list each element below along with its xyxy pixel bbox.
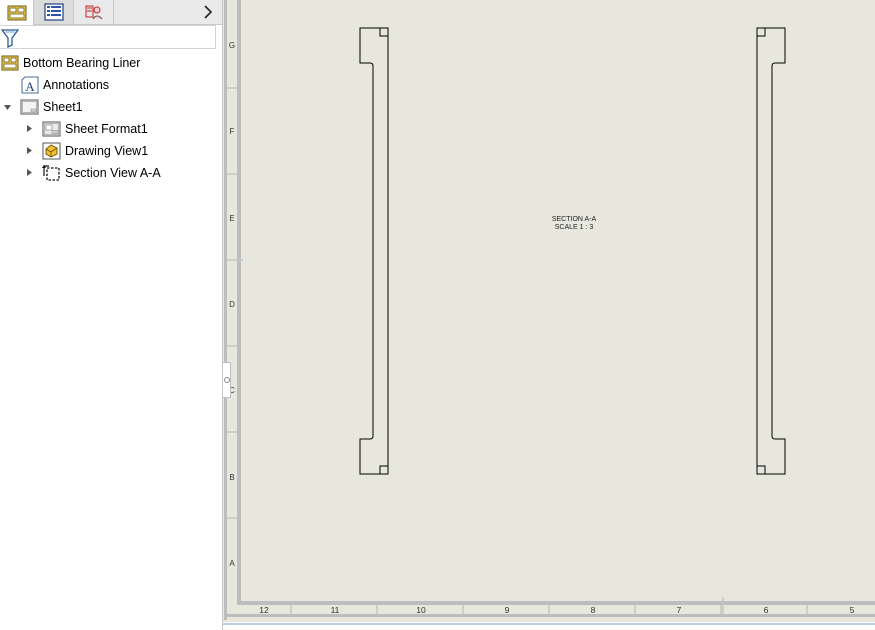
drawing-sheet[interactable]: G F E D C B A 12 11 10 9 8 7 6 5 SECTION… (223, 0, 875, 630)
tree-item-drawing-view1[interactable]: Drawing View1 (42, 140, 148, 162)
manager-tab-strip (0, 0, 222, 25)
tree-filter-input[interactable] (20, 28, 210, 46)
property-manager-icon (43, 3, 64, 21)
zone-row-label: F (230, 127, 235, 136)
zone-row-label: E (229, 214, 234, 223)
zone-column-label: 5 (850, 605, 855, 615)
annotations-icon: A (21, 76, 38, 94)
filter-icon[interactable] (1, 28, 19, 48)
drawing-view-icon (42, 142, 61, 160)
tree-item-label: Bottom Bearing Liner (23, 56, 141, 70)
graphics-area[interactable]: G F E D C B A 12 11 10 9 8 7 6 5 SECTION… (223, 0, 875, 630)
sheet-outer-border-bottom (224, 614, 875, 617)
zone-row-label: B (229, 473, 234, 482)
chevron-right-icon (26, 146, 32, 154)
feature-manager-panel: Bottom Bearing Liner A Annotations Sheet… (0, 0, 223, 630)
zone-column-label: 8 (591, 605, 596, 615)
tree-item-label: Drawing View1 (65, 144, 149, 158)
tree-item-annotations[interactable]: A Annotations (20, 74, 109, 96)
drawing-document-icon (1, 55, 18, 71)
tree-item-section-view-aa[interactable]: Section View A-A (42, 162, 161, 184)
zone-column-label: 10 (416, 605, 426, 615)
sheet-outer-border-left (224, 0, 227, 620)
expand-drawing-view1-toggle[interactable] (24, 145, 34, 155)
feature-manager-icon (7, 5, 26, 20)
section-title: SECTION A-A (552, 216, 597, 223)
zone-column-label: 11 (331, 605, 340, 615)
tree-item-drawing-root[interactable]: Bottom Bearing Liner (0, 52, 140, 74)
zone-column-label: 7 (677, 605, 682, 615)
sheet-icon (20, 99, 39, 115)
display-manager-icon (85, 5, 102, 20)
expand-section-view-toggle[interactable] (24, 167, 34, 177)
status-strip (223, 622, 875, 630)
sheet-background (223, 0, 875, 622)
panel-collapse-handle[interactable] (223, 362, 231, 398)
chevron-right-icon (26, 168, 32, 176)
chevron-right-icon (204, 5, 213, 19)
chevron-right-icon (26, 124, 32, 132)
chevron-down-icon (3, 104, 11, 110)
tree-item-label: Annotations (43, 78, 110, 92)
sheet-inner-border-left (237, 0, 241, 605)
collapse-sheet1-toggle[interactable] (2, 102, 12, 112)
zone-column-label: 6 (764, 605, 769, 615)
tree-item-label: Section View A-A (65, 166, 161, 180)
zone-column-label: 12 (259, 605, 269, 615)
propertymanager-tab[interactable] (34, 0, 74, 24)
section-view-icon (42, 165, 60, 181)
zone-row-label: D (229, 300, 235, 309)
handle-grip-icon (224, 377, 230, 383)
zone-column-label: 9 (505, 605, 510, 615)
tree-item-label: Sheet Format1 (65, 122, 148, 136)
section-scale: SCALE 1 : 3 (555, 224, 594, 231)
featuremanager-tab[interactable] (0, 0, 34, 25)
tree-item-label: Sheet1 (43, 100, 83, 114)
tree-filter-box (0, 25, 216, 49)
expand-sheet-format1-toggle[interactable] (24, 123, 34, 133)
expand-panel-button[interactable] (200, 3, 216, 21)
svg-text:A: A (25, 79, 35, 94)
solidworks-drawing-window: Bottom Bearing Liner A Annotations Sheet… (0, 0, 875, 630)
tree-item-sheet1[interactable]: Sheet1 (20, 96, 83, 118)
zone-row-label: A (229, 559, 235, 568)
sheet-format-icon (42, 121, 61, 137)
section-view-label[interactable]: SECTION A-A SCALE 1 : 3 (552, 216, 597, 231)
tree-item-sheet-format1[interactable]: Sheet Format1 (42, 118, 148, 140)
configuration-tab[interactable] (74, 0, 114, 24)
zone-row-label: G (229, 41, 235, 50)
